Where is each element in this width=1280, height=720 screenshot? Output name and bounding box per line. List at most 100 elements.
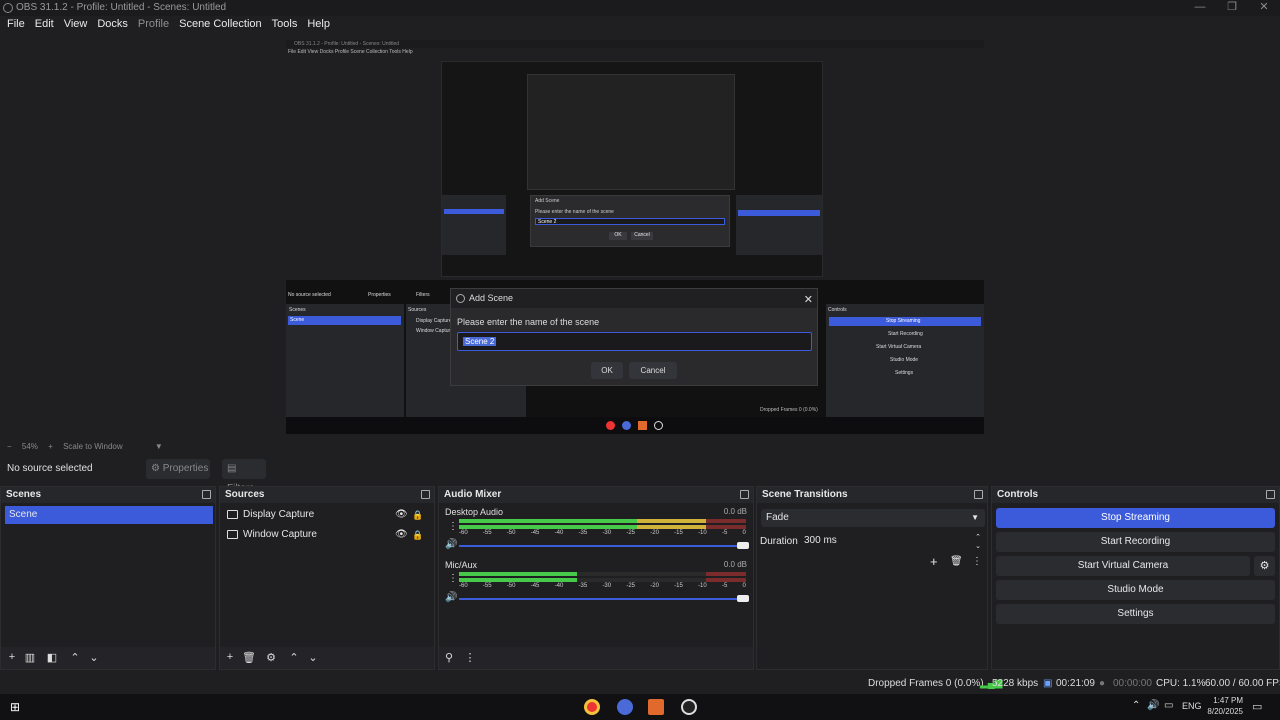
desktop-volume-slider[interactable] — [459, 542, 749, 549]
scenes-header: Scenes — [1, 487, 215, 503]
remove-source-icon[interactable]: 🗑 — [242, 651, 256, 664]
speaker-icon[interactable]: 🔊 — [445, 592, 457, 603]
settings-button[interactable]: Settings — [996, 604, 1275, 624]
scale-to-window[interactable]: Scale to Window — [63, 442, 123, 451]
filter-icon: ▤ — [227, 463, 237, 474]
channel-menu-icon[interactable]: ⋮ — [448, 573, 458, 584]
menu-docks[interactable]: Docks — [92, 16, 133, 33]
nested-scene-selected — [444, 209, 504, 214]
visibility-eye-icon[interactable]: 👁 — [395, 506, 408, 524]
scene-filters-icon[interactable]: ◧ — [45, 651, 59, 664]
clock-date[interactable]: 8/20/2025 — [1204, 707, 1243, 716]
nested-src2: Window Capture — [416, 328, 453, 334]
stop-streaming-button[interactable]: Stop Streaming — [996, 508, 1275, 528]
maximize-button[interactable]: ❐ — [1216, 0, 1248, 16]
scenes-toolbar: + ▥ ◧ ⌃ ⌄ — [1, 647, 215, 669]
source-settings-gear-icon[interactable]: ⚙ — [264, 651, 278, 664]
menu-tools[interactable]: Tools — [267, 16, 303, 33]
undock-icon[interactable] — [1266, 490, 1275, 499]
discord-icon[interactable] — [617, 699, 633, 715]
tray-chevron-icon[interactable]: ⌃ — [1132, 700, 1140, 711]
add-transition-icon[interactable]: + — [930, 554, 938, 569]
move-up-icon[interactable]: ⌃ — [287, 651, 301, 664]
meter-tick-label: -50 — [506, 530, 516, 536]
zoom-dropdown-arrow-icon[interactable]: ▼ — [155, 442, 163, 451]
minimize-button[interactable]: — — [1184, 0, 1216, 16]
app-icon[interactable] — [648, 699, 664, 715]
move-down-icon[interactable]: ⌄ — [87, 651, 101, 664]
channel-menu-icon[interactable]: ⋮ — [448, 521, 458, 532]
scene-item[interactable]: Scene — [5, 506, 213, 524]
menu-edit[interactable]: Edit — [30, 16, 59, 33]
zoom-out-button[interactable]: − — [7, 442, 12, 451]
virtual-camera-gear-icon[interactable]: ⚙ — [1254, 556, 1275, 576]
obs-logo-icon — [456, 294, 465, 303]
dialog-cancel-button[interactable]: Cancel — [629, 362, 677, 379]
add-scene-icon[interactable]: + — [5, 651, 19, 663]
remove-transition-icon[interactable]: 🗑 — [950, 556, 963, 567]
status-bar: Dropped Frames 0 (0.0%) ▂▄▆ 5228 kbps ▣ … — [0, 674, 1280, 694]
speaker-icon[interactable]: 🔊 — [445, 539, 457, 550]
spin-down-icon[interactable]: ⌄ — [975, 538, 981, 556]
meter-tick-label: -10 — [698, 583, 707, 589]
menu-profile[interactable]: Profile — [133, 16, 174, 33]
undock-icon[interactable] — [740, 490, 749, 499]
source-item[interactable]: Display Capture 👁 🔒 — [224, 506, 430, 524]
scene-name-input[interactable]: Scene 2 — [457, 332, 812, 351]
meter-tick-label: -20 — [650, 583, 659, 589]
clock-time[interactable]: 1:47 PM — [1207, 696, 1243, 705]
move-down-icon[interactable]: ⌄ — [306, 651, 320, 664]
nested-scenes-title: Scenes — [289, 307, 306, 313]
move-up-icon[interactable]: ⌃ — [68, 651, 82, 664]
mixer-menu-icon[interactable]: ⋮ — [463, 651, 477, 664]
sources-dock: Sources Display Capture 👁 🔒 Window Captu… — [219, 486, 435, 670]
sources-title: Sources — [225, 489, 265, 500]
meter-tick-label: 0 — [742, 530, 746, 536]
transitions-title: Scene Transitions — [762, 489, 848, 500]
window-icon — [227, 530, 238, 539]
menu-file[interactable]: File — [2, 16, 30, 33]
undock-icon[interactable] — [421, 490, 430, 499]
meter-tick-label: -45 — [530, 530, 540, 536]
notification-icon[interactable]: ▭ — [1252, 700, 1262, 713]
start-virtual-camera-button[interactable]: Start Virtual Camera — [996, 556, 1250, 576]
meter-tick-label: -35 — [578, 530, 588, 536]
network-icon[interactable]: ▭ — [1164, 700, 1173, 711]
meter-scale: -60 -55 -50 -45 -40 -35 -30 -25 -20 -15 -10 -5 0 — [459, 583, 746, 589]
undock-icon[interactable] — [974, 490, 983, 499]
properties-button[interactable]: ⚙ Properties — [146, 459, 210, 479]
zoom-in-button[interactable]: + — [48, 442, 53, 451]
transition-select[interactable]: Fade ▼ — [761, 509, 985, 527]
duration-input[interactable]: 300 ms ⌃ ⌄ — [801, 532, 985, 550]
menu-view[interactable]: View — [59, 16, 93, 33]
obs-taskbar-icon[interactable] — [681, 699, 697, 715]
visibility-eye-icon[interactable]: 👁 — [395, 526, 408, 544]
language-indicator[interactable]: ENG — [1182, 701, 1202, 711]
undock-icon[interactable] — [202, 490, 211, 499]
start-recording-button[interactable]: Start Recording — [996, 532, 1275, 552]
remove-scene-icon[interactable]: ▥ — [23, 651, 37, 664]
menu-help[interactable]: Help — [302, 16, 335, 33]
meter-tick-label: -55 — [482, 583, 492, 589]
mic-volume-slider[interactable] — [459, 595, 749, 602]
transition-menu-icon[interactable]: ⋮ — [972, 556, 982, 567]
close-window-button[interactable]: ✕ — [1248, 0, 1280, 16]
lock-icon[interactable]: 🔒 — [412, 526, 423, 544]
windows-start-icon[interactable]: ⊞ — [10, 700, 20, 714]
nested-menu-bar: File Edit View Docks Profile Scene Colle… — [286, 48, 984, 56]
add-source-icon[interactable]: + — [223, 651, 237, 663]
filters-button[interactable]: ▤ Filters — [222, 459, 266, 494]
lock-icon[interactable]: 🔒 — [412, 506, 423, 524]
source-label: Display Capture — [243, 509, 315, 520]
nested-ctrl-2: Start Recording — [888, 331, 923, 337]
chrome-icon[interactable] — [584, 699, 600, 715]
dialog-close-icon[interactable]: ✕ — [804, 291, 813, 310]
slider-knob[interactable] — [737, 542, 749, 549]
source-item[interactable]: Window Capture 👁 🔒 — [224, 526, 430, 544]
menu-scene-collection[interactable]: Scene Collection — [174, 16, 267, 33]
studio-mode-button[interactable]: Studio Mode — [996, 580, 1275, 600]
volume-icon[interactable]: 🔊 — [1147, 700, 1159, 711]
slider-knob[interactable] — [737, 595, 749, 602]
dialog-ok-button[interactable]: OK — [591, 362, 623, 379]
link-icon[interactable]: ⚲ — [442, 651, 456, 664]
